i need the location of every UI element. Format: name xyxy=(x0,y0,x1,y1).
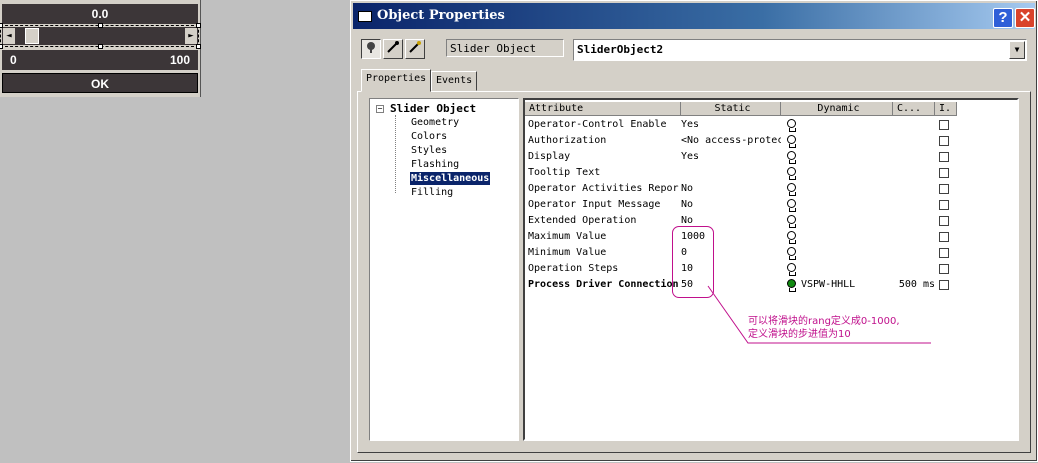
slider-track[interactable]: ◄ ► xyxy=(2,27,198,45)
annotation-line-2: 定义滑块的步进值为10 xyxy=(748,329,851,340)
slider-min-label: 0 xyxy=(10,53,17,67)
slider-scale: 0 100 xyxy=(2,50,198,70)
ok-button[interactable]: OK xyxy=(2,73,198,93)
object-properties-dialog: Object Properties ? ✕ Slider Object Slid… xyxy=(350,0,1038,462)
slider-thumb[interactable] xyxy=(25,28,39,44)
slider-right-arrow-button[interactable]: ► xyxy=(185,28,197,44)
slider-left-arrow-button[interactable]: ◄ xyxy=(3,28,15,44)
slider-value-display: 0.0 xyxy=(2,4,198,24)
slider-widget: 0.0 ◄ ► 0 100 OK xyxy=(0,0,201,97)
annotation-note: 可以将滑块的rang定义成0-1000, 定义滑块的步进值为10 xyxy=(748,315,938,341)
annotation-line-1: 可以将滑块的rang定义成0-1000, xyxy=(748,316,900,327)
tab-properties[interactable]: Properties xyxy=(361,69,432,92)
slider-max-label: 100 xyxy=(169,53,190,67)
annotation-callout-line xyxy=(707,285,931,344)
